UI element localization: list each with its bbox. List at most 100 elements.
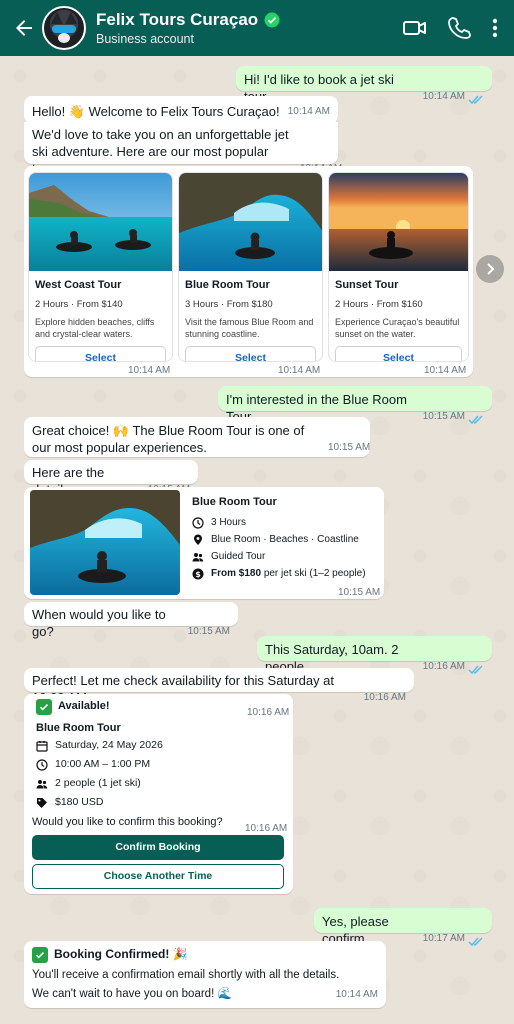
message-text: When would you like to go? — [32, 607, 166, 639]
message-time: 10:16 AM — [363, 692, 406, 703]
message-text: Hello! 👋 Welcome to Felix Tours Curaçao! — [32, 104, 280, 119]
tour-details-card[interactable]: Blue Room Tour 3 Hours Blue Room · Beach… — [24, 487, 384, 599]
incoming-message[interactable]: Perfect! Let me check availability for t… — [24, 668, 414, 705]
date-text: Saturday, 24 May 2026 — [55, 739, 163, 751]
tour-meta: 2 Hours · From $140 — [35, 299, 123, 310]
details-title: Blue Room Tour — [192, 496, 277, 508]
chat-header: Felix Tours Curaçao Business account — [0, 0, 514, 56]
clock-icon — [192, 516, 204, 529]
guide-item: Guided Tour — [192, 548, 378, 565]
tour-title: Sunset Tour — [335, 279, 399, 291]
group-icon — [36, 779, 48, 788]
message-time: 10:16 AM — [422, 661, 465, 672]
availability-card: Available! 10:16 AM Blue Room Tour Satur… — [24, 694, 293, 894]
confirmation-line-2: We can't wait to have you on board! 🌊 — [32, 988, 232, 1000]
status-text: Available! — [58, 700, 110, 712]
outgoing-message[interactable]: This Saturday, 10am. 2 people. 10:16 AM — [257, 636, 492, 675]
outgoing-message[interactable]: Yes, please confirm. 10:17 AM — [314, 908, 492, 947]
read-receipt-icon — [468, 95, 483, 105]
tour-card[interactable]: Blue Room Tour 3 Hours · From $180 Visit… — [178, 172, 323, 362]
incoming-message[interactable]: Here are the details: 10:15 AM — [24, 460, 198, 497]
video-call-icon[interactable] — [402, 15, 428, 41]
svg-text:$: $ — [195, 570, 201, 579]
tour-image — [179, 173, 322, 271]
people-item: 2 people (1 jet ski) — [36, 774, 276, 793]
read-receipt-icon — [468, 665, 483, 675]
check-icon — [36, 698, 52, 715]
tour-description: Experience Curaçao's beautiful sunset on… — [335, 317, 460, 339]
tour-card[interactable]: Sunset Tour 2 Hours · From $160 Experien… — [328, 172, 469, 362]
message-time: 10:14 AM — [128, 365, 171, 376]
tour-meta: 3 Hours · From $180 — [185, 299, 273, 310]
outgoing-message[interactable]: I'm interested in the Blue Room Tour. 10… — [218, 386, 492, 425]
availability-tour-title: Blue Room Tour — [36, 722, 121, 734]
message-time: 10:14 AM — [287, 106, 330, 117]
incoming-message[interactable]: We'd love to take you on an unforgettabl… — [24, 122, 342, 176]
confirm-booking-button[interactable]: Confirm Booking — [32, 835, 284, 860]
incoming-message[interactable]: When would you like to go? 10:15 AM — [24, 602, 238, 639]
calendar-icon — [36, 740, 48, 752]
tour-card[interactable]: West Coast Tour 2 Hours · From $140 Expl… — [28, 172, 173, 362]
location-pin-icon — [194, 534, 202, 545]
tour-carousel: West Coast Tour 2 Hours · From $140 Expl… — [24, 166, 473, 377]
clock-icon — [36, 758, 48, 771]
check-icon — [32, 946, 48, 963]
tour-description: Visit the famous Blue Room and stunning … — [185, 317, 314, 339]
outgoing-message[interactable]: Hi! I'd like to book a jet ski tour. 10:… — [236, 66, 492, 105]
select-button[interactable]: Select — [185, 346, 316, 361]
contact-name: Felix Tours Curaçao — [96, 10, 259, 29]
read-receipt-icon — [468, 415, 483, 425]
confirmation-title: Booking Confirmed! 🎉 — [54, 947, 188, 961]
message-time: 10:14 AM — [424, 365, 467, 376]
message-time: 10:17 AM — [422, 933, 465, 944]
select-button[interactable]: Select — [335, 346, 462, 361]
message-time: 10:15 AM — [187, 626, 230, 637]
duration-text: 3 Hours — [211, 517, 247, 528]
carousel-next-button[interactable] — [476, 255, 504, 283]
message-time: 10:14 AM — [335, 989, 378, 1000]
message-time: 10:14 AM — [278, 365, 321, 376]
contact-info[interactable]: Felix Tours Curaçao Business account — [96, 10, 402, 46]
incoming-message[interactable]: Hello! 👋 Welcome to Felix Tours Curaçao!… — [24, 96, 338, 124]
confirmation-line-1: You'll receive a confirmation email shor… — [32, 969, 340, 981]
people-text: 2 people (1 jet ski) — [55, 777, 141, 789]
message-time: 10:14 AM — [422, 91, 465, 102]
route-item: Blue Room · Beaches · Coastline — [192, 531, 378, 548]
booking-details: Saturday, 24 May 2026 10:00 AM – 1:00 PM… — [36, 736, 276, 812]
tour-title: West Coast Tour — [35, 279, 122, 291]
price-text: $180 USD — [55, 796, 104, 808]
select-button[interactable]: Select — [35, 346, 166, 361]
message-time: 10:15 AM — [422, 411, 465, 422]
avatar[interactable] — [42, 6, 86, 50]
back-arrow-icon[interactable] — [12, 16, 36, 40]
incoming-message[interactable]: Great choice! 🙌 The Blue Room Tour is on… — [24, 417, 370, 457]
details-list: 3 Hours Blue Room · Beaches · Coastline … — [192, 514, 378, 582]
read-receipt-icon — [468, 937, 483, 947]
route-text: Blue Room · Beaches · Coastline — [211, 534, 359, 545]
price-item: $ From $180 per jet ski (1–2 people) — [192, 565, 378, 582]
tour-description: Explore hidden beaches, cliffs and cryst… — [35, 317, 155, 339]
hours-text: 10:00 AM – 1:00 PM — [55, 758, 151, 770]
tour-image — [329, 173, 468, 271]
more-options-icon[interactable] — [490, 15, 500, 41]
tour-image — [30, 490, 180, 595]
duration-item: 3 Hours — [192, 514, 378, 531]
verified-badge-icon — [264, 12, 280, 28]
time-item: 10:00 AM – 1:00 PM — [36, 755, 276, 774]
chevron-right-icon — [487, 263, 495, 275]
account-type: Business account — [96, 32, 194, 46]
confirmation-header: Booking Confirmed! 🎉 — [32, 946, 378, 963]
message-text: Great choice! 🙌 The Blue Room Tour is on… — [32, 423, 305, 455]
booking-confirmation-message[interactable]: Booking Confirmed! 🎉 You'll receive a co… — [24, 941, 386, 1008]
tag-icon — [37, 797, 47, 808]
confirm-question: Would you like to confirm this booking? — [32, 816, 223, 828]
price-item: $180 USD — [36, 793, 276, 812]
choose-another-time-button[interactable]: Choose Another Time — [32, 864, 284, 889]
guide-text: Guided Tour — [211, 551, 266, 562]
group-icon — [192, 552, 204, 561]
message-time: 10:15 AM — [338, 587, 381, 598]
availability-status: Available! — [36, 698, 110, 715]
date-item: Saturday, 24 May 2026 — [36, 736, 276, 755]
tour-image — [29, 173, 172, 271]
phone-call-icon[interactable] — [446, 15, 472, 41]
